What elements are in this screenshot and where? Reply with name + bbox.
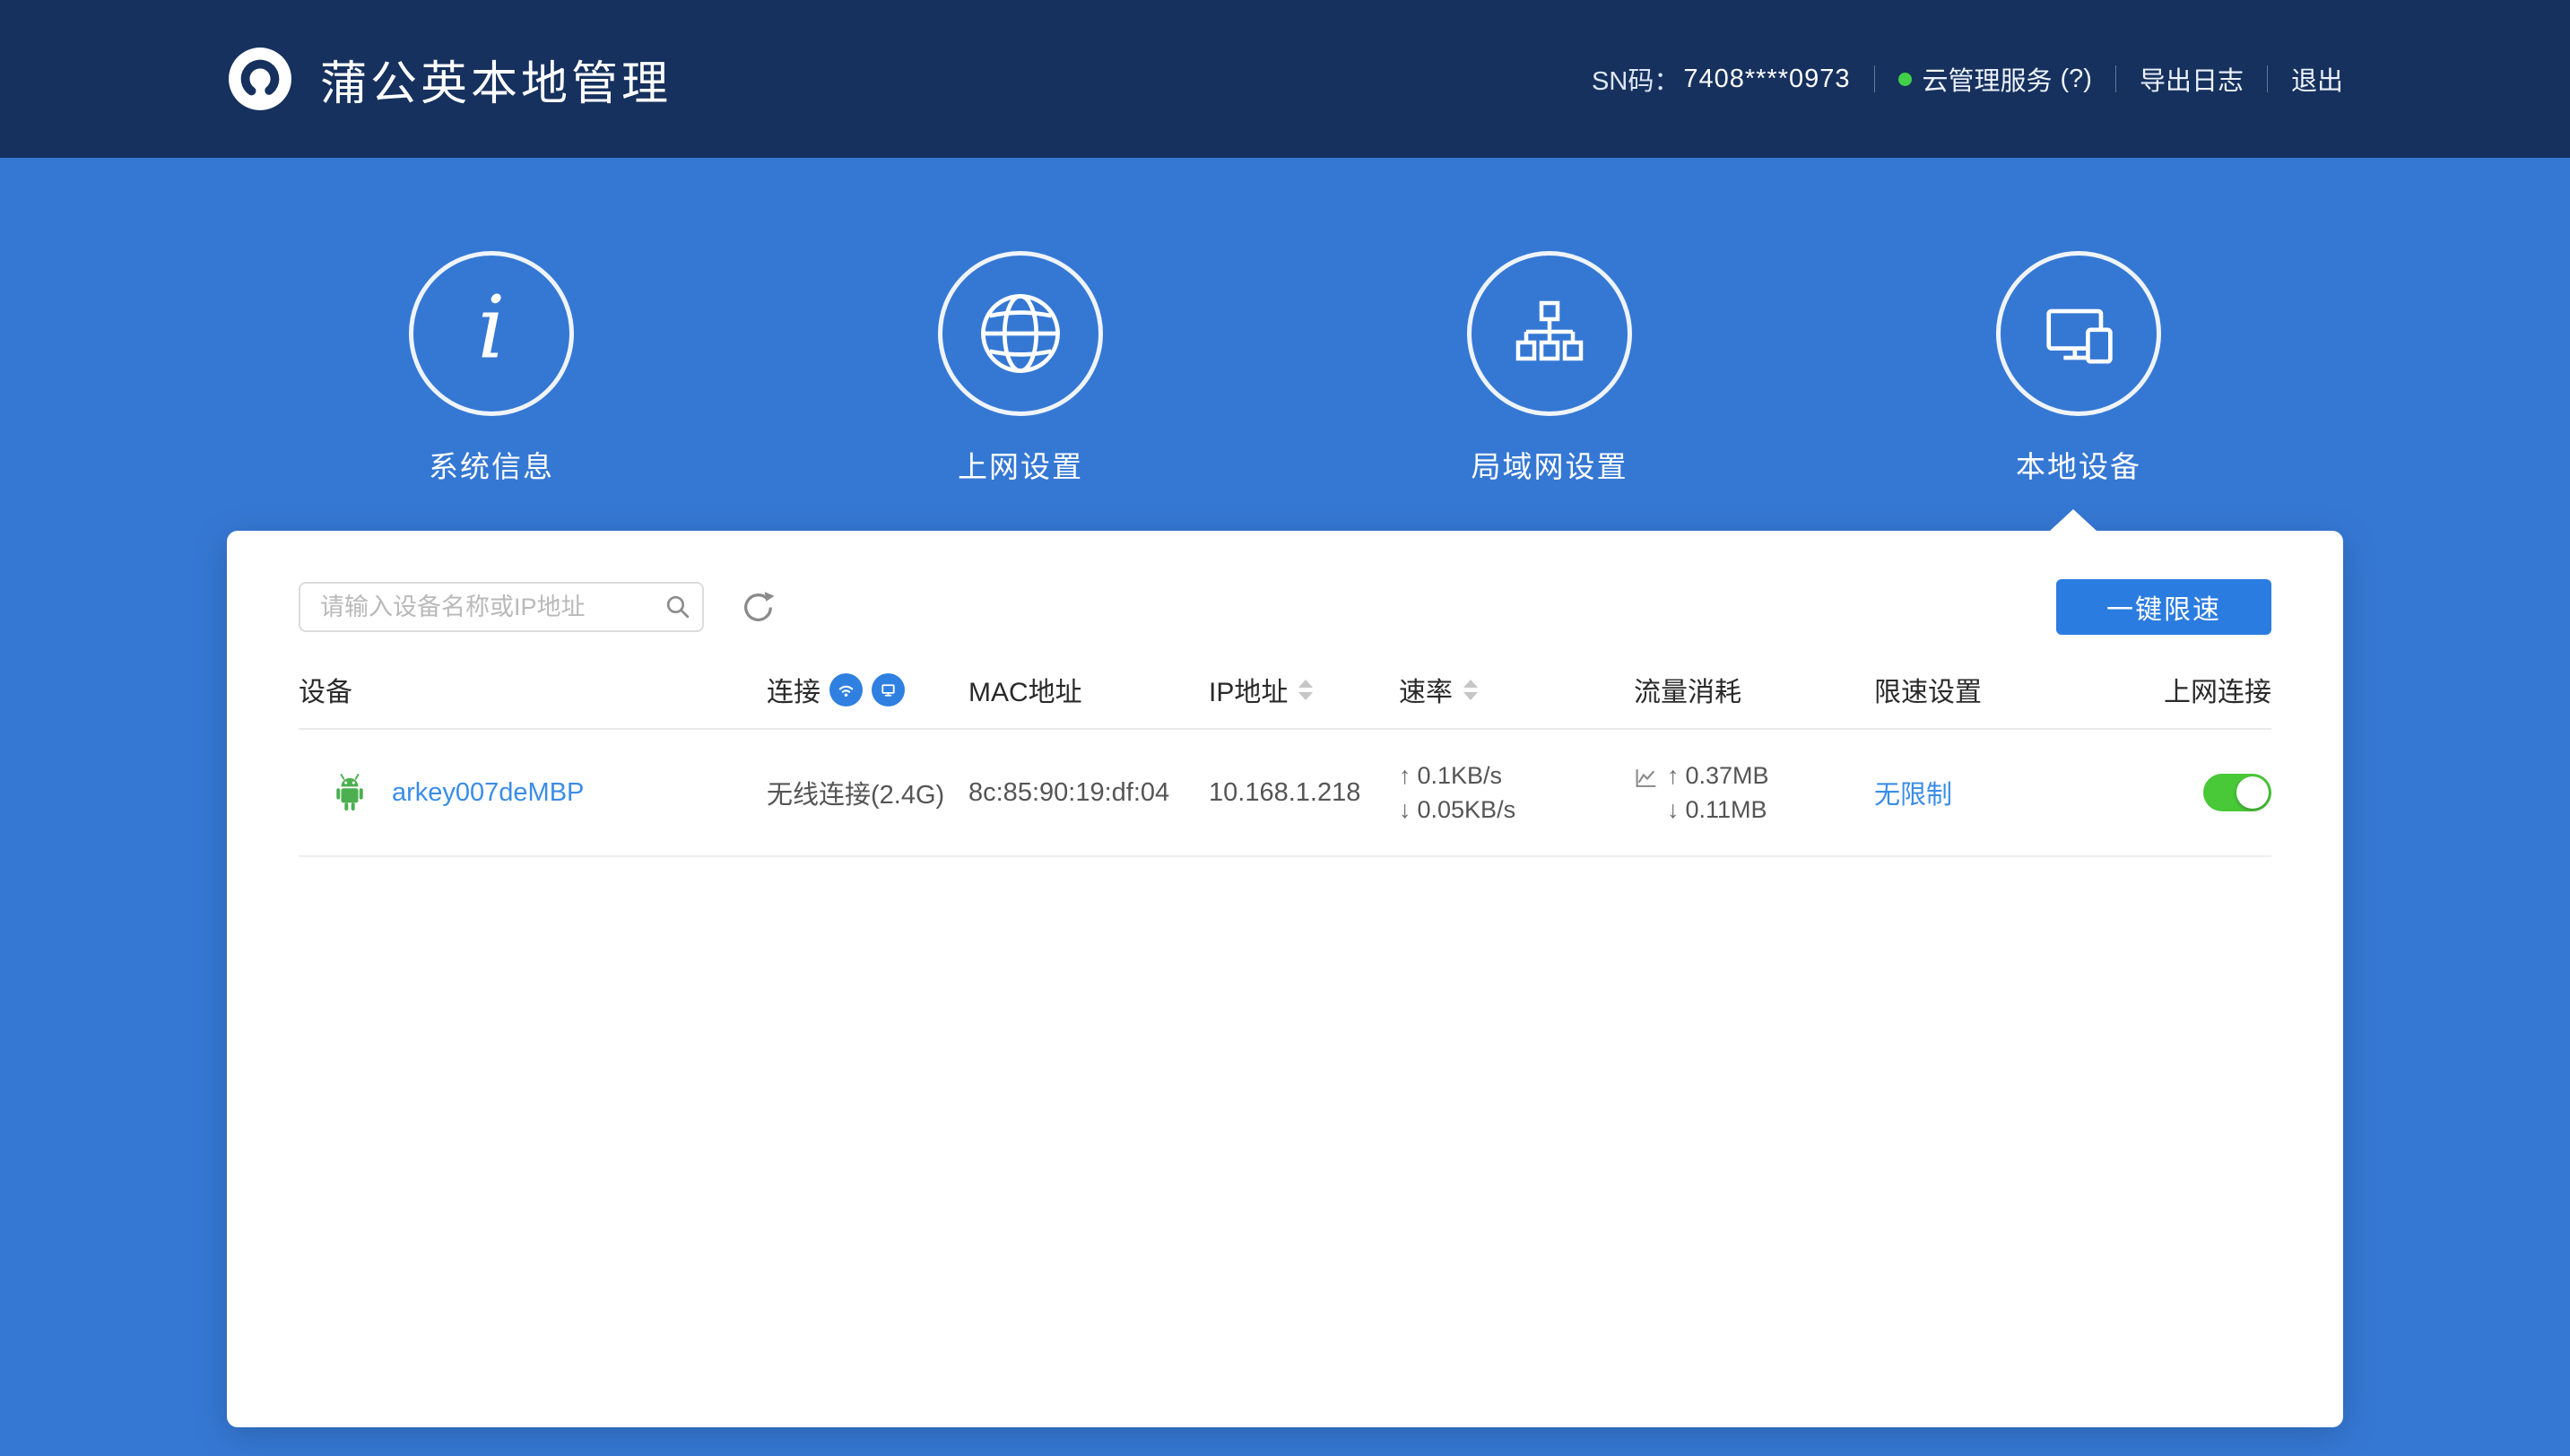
col-header-ip: IP地址: [1209, 670, 1399, 709]
sn-value: 7408****0973: [1683, 65, 1850, 94]
nav-label: 系统信息: [429, 443, 554, 486]
nav-label: 局域网设置: [1472, 443, 1628, 486]
mac-cell: 8c:85:90:19:df:04: [968, 778, 1209, 808]
main-nav: i 系统信息 上网设置: [0, 158, 2570, 531]
nav-item-internet-settings[interactable]: 上网设置: [756, 158, 1285, 531]
top-bar-inner: 蒲公英本地管理 SN码： 7408****0973 云管理服务 (?) 导出日志…: [227, 0, 2343, 158]
traffic-up-line: ↑0.37MB: [1667, 758, 1769, 793]
ip-cell: 10.168.1.218: [1209, 778, 1399, 808]
up-arrow-icon: ↑: [1667, 762, 1680, 789]
rate-cell: ↑ 0.1KB/s ↓ 0.05KB/s: [1399, 758, 1634, 827]
limit-all-button[interactable]: 一键限速: [2056, 579, 2271, 635]
traffic-up-value: 0.37MB: [1686, 762, 1769, 789]
connection-cell: 无线连接(2.4G): [767, 774, 968, 811]
export-logs-link[interactable]: 导出日志: [2140, 60, 2244, 98]
brand-logo-icon: [227, 46, 293, 112]
svg-text:i: i: [478, 284, 506, 377]
wifi-filter-icon[interactable]: [829, 673, 863, 706]
top-bar: 蒲公英本地管理 SN码： 7408****0973 云管理服务 (?) 导出日志…: [0, 0, 2570, 158]
local-devices-panel: 一键限速 设备 连接: [227, 531, 2343, 1427]
col-header-label: IP地址: [1209, 670, 1288, 709]
col-header-limit: 限速设置: [1874, 670, 2092, 709]
nav-item-local-devices[interactable]: 本地设备: [1814, 158, 2343, 531]
divider: [1874, 65, 1875, 92]
sort-rate-control[interactable]: [1463, 680, 1478, 700]
top-bar-right: SN码： 7408****0973 云管理服务 (?) 导出日志 退出: [1592, 60, 2343, 98]
panel-toolbar: 一键限速: [299, 531, 2271, 635]
col-header-label: 限速设置: [1874, 670, 1982, 709]
globe-icon: [938, 251, 1103, 416]
up-arrow-icon: ↑: [1399, 762, 1411, 789]
device-row: arkey007deMBP 无线连接(2.4G) 8c:85:90:19:df:…: [299, 730, 2271, 857]
col-header-label: 设备: [299, 670, 352, 709]
info-icon: i: [409, 251, 574, 416]
active-tab-pointer: [2050, 509, 2097, 531]
nav-item-lan-settings[interactable]: 局域网设置: [1285, 158, 1814, 531]
cloud-help-icon[interactable]: (?): [2061, 65, 2092, 94]
cloud-service-label: 云管理服务: [1923, 60, 2053, 98]
traffic-chart-icon[interactable]: [1634, 767, 1659, 789]
online-status-dot-icon: [1898, 73, 1912, 86]
content-area: 一键限速 设备 连接: [0, 531, 2570, 1427]
divider: [2267, 65, 2268, 92]
col-header-rate: 速率: [1399, 670, 1634, 709]
divider: [2115, 65, 2116, 92]
col-header-connection: 连接: [767, 670, 968, 709]
down-arrow-icon: ↓: [1667, 796, 1680, 823]
col-header-mac: MAC地址: [968, 670, 1209, 709]
col-header-label: 连接: [767, 670, 820, 709]
col-header-online: 上网连接: [2092, 670, 2271, 709]
traffic-down-value: 0.11MB: [1686, 796, 1767, 823]
col-header-label: MAC地址: [968, 670, 1082, 709]
refresh-icon[interactable]: [740, 589, 777, 626]
nav-label: 上网设置: [958, 443, 1083, 486]
down-arrow-icon: ↓: [1399, 796, 1411, 823]
main-nav-inner: i 系统信息 上网设置: [227, 158, 2343, 531]
cloud-service-status[interactable]: 云管理服务 (?): [1898, 60, 2092, 98]
sn-label: SN码：: [1592, 60, 1680, 98]
col-header-device: 设备: [299, 670, 767, 709]
rate-up-line: ↑ 0.1KB/s: [1399, 758, 1634, 793]
online-cell: [2092, 774, 2271, 811]
lan-topology-icon: [1467, 251, 1632, 416]
device-name-link[interactable]: arkey007deMBP: [392, 778, 584, 808]
table-header: 设备 连接: [299, 651, 2271, 730]
internet-access-toggle[interactable]: [2203, 774, 2271, 811]
wired-filter-icon[interactable]: [872, 673, 905, 706]
col-header-traffic: 流量消耗: [1634, 670, 1874, 709]
device-search: [299, 582, 704, 632]
limit-cell: 无限制: [1874, 774, 2092, 811]
traffic-lines: ↑0.37MB ↓0.11MB: [1667, 758, 1769, 827]
logout-link[interactable]: 退出: [2291, 60, 2343, 98]
search-input[interactable]: [299, 582, 704, 632]
toggle-knob: [2236, 776, 2269, 809]
rate-down-value: 0.05KB/s: [1418, 796, 1516, 823]
android-device-icon: [333, 773, 367, 812]
rate-down-line: ↓ 0.05KB/s: [1399, 793, 1634, 827]
col-header-label: 上网连接: [2164, 670, 2271, 709]
nav-item-system-info[interactable]: i 系统信息: [227, 158, 756, 531]
col-header-label: 速率: [1399, 670, 1453, 709]
app-title: 蒲公英本地管理: [320, 46, 672, 113]
search-icon[interactable]: [664, 593, 691, 620]
nav-label: 本地设备: [2016, 443, 2141, 486]
traffic-block: ↑0.37MB ↓0.11MB: [1634, 758, 1874, 827]
col-header-label: 流量消耗: [1634, 670, 1741, 709]
sort-ip-control[interactable]: [1298, 680, 1313, 700]
limit-setting-link[interactable]: 无限制: [1874, 781, 1952, 810]
traffic-down-line: ↓0.11MB: [1667, 793, 1769, 827]
rate-up-value: 0.1KB/s: [1418, 762, 1503, 789]
devices-icon: [1996, 251, 2161, 416]
traffic-cell: ↑0.37MB ↓0.11MB: [1634, 758, 1874, 827]
device-cell: arkey007deMBP: [299, 773, 767, 812]
